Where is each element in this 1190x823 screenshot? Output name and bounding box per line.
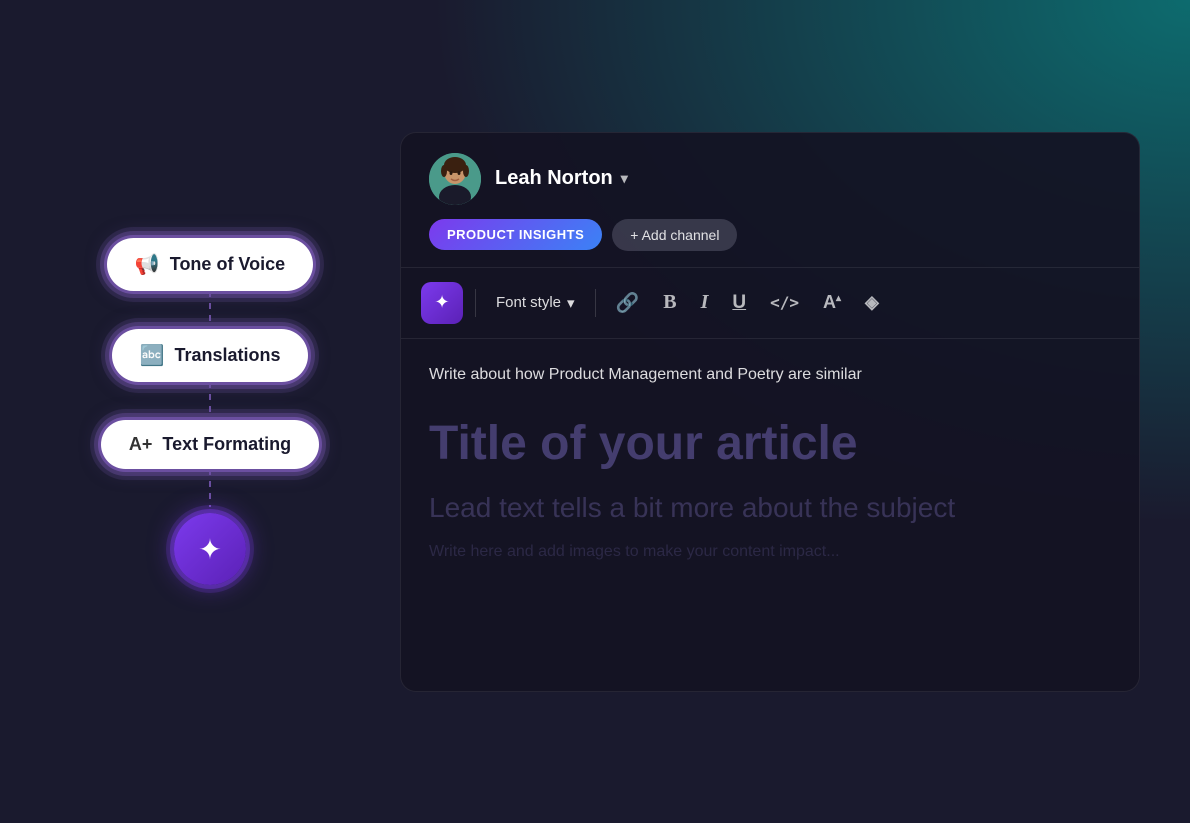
workflow-item-tone-of-voice[interactable]: 📢 Tone of Voice — [107, 238, 313, 291]
megaphone-icon: 📢 — [135, 252, 160, 277]
connector-1 — [209, 291, 211, 329]
toolbar-divider-2 — [595, 289, 596, 317]
connector-3 — [209, 469, 211, 507]
connector-2 — [209, 382, 211, 420]
workflow-item-text-formatting[interactable]: A+ Text Formating — [101, 420, 319, 469]
channels-row: PRODUCT INSIGHTS + Add channel — [429, 219, 1111, 251]
article-lead-placeholder[interactable]: Lead text tells a bit more about the sub… — [429, 488, 1111, 527]
add-channel-label: + Add channel — [630, 227, 719, 243]
workflow-panel: 📢 Tone of Voice 🔤 Translations A+ Text F… — [50, 238, 370, 585]
workflow-item-translations[interactable]: 🔤 Translations — [112, 329, 309, 382]
font-style-dropdown[interactable]: Font style ▾ — [488, 288, 583, 318]
italic-icon[interactable]: I — [693, 285, 717, 320]
toolbar-sparkle-icon: ✦ — [434, 292, 449, 313]
bold-icon[interactable]: B — [655, 285, 684, 320]
avatar — [429, 153, 481, 205]
article-body-placeholder[interactable]: Write here and add images to make your c… — [429, 543, 1111, 561]
ai-action-button[interactable]: ✦ — [174, 513, 246, 585]
link-icon[interactable]: 🔗 — [608, 285, 648, 321]
author-name-text: Leah Norton — [495, 167, 613, 190]
editor-header: Leah Norton ▾ PRODUCT INSIGHTS + Add cha… — [401, 133, 1139, 268]
workflow-item-label: Text Formating — [162, 434, 291, 455]
prompt-text: Write about how Product Management and P… — [429, 363, 1111, 387]
text-format-icon: A+ — [129, 434, 153, 455]
workflow-item-label: Translations — [174, 345, 280, 366]
fill-color-icon[interactable]: ◈ — [857, 286, 887, 319]
author-dropdown-arrow: ▾ — [621, 170, 628, 187]
author-info: Leah Norton ▾ — [495, 167, 628, 190]
translate-icon: 🔤 — [140, 343, 165, 368]
avatar-image — [429, 153, 481, 205]
code-icon[interactable]: </> — [762, 287, 807, 318]
font-style-label: Font style — [496, 294, 561, 311]
article-title-placeholder[interactable]: Title of your article — [429, 415, 1111, 473]
editor-toolbar: ✦ Font style ▾ 🔗 B I U </> A▴ ◈ — [401, 268, 1139, 339]
author-row: Leah Norton ▾ — [429, 153, 1111, 205]
font-size-icon[interactable]: A▴ — [815, 286, 849, 319]
editor-content: Write about how Product Management and P… — [401, 339, 1139, 691]
underline-icon[interactable]: U — [724, 286, 754, 320]
font-style-dropdown-arrow: ▾ — [567, 294, 575, 312]
toolbar-divider-1 — [475, 289, 476, 317]
editor-panel: Leah Norton ▾ PRODUCT INSIGHTS + Add cha… — [400, 132, 1140, 692]
ai-toolbar-button[interactable]: ✦ — [421, 282, 463, 324]
add-channel-button[interactable]: + Add channel — [612, 219, 737, 251]
workflow-item-label: Tone of Voice — [170, 254, 285, 275]
channel-badge-label: PRODUCT INSIGHTS — [447, 227, 584, 242]
main-container: 📢 Tone of Voice 🔤 Translations A+ Text F… — [0, 0, 1190, 823]
channel-badge-product-insights[interactable]: PRODUCT INSIGHTS — [429, 219, 602, 250]
sparkle-icon: ✦ — [198, 533, 221, 566]
author-name-row[interactable]: Leah Norton ▾ — [495, 167, 628, 190]
